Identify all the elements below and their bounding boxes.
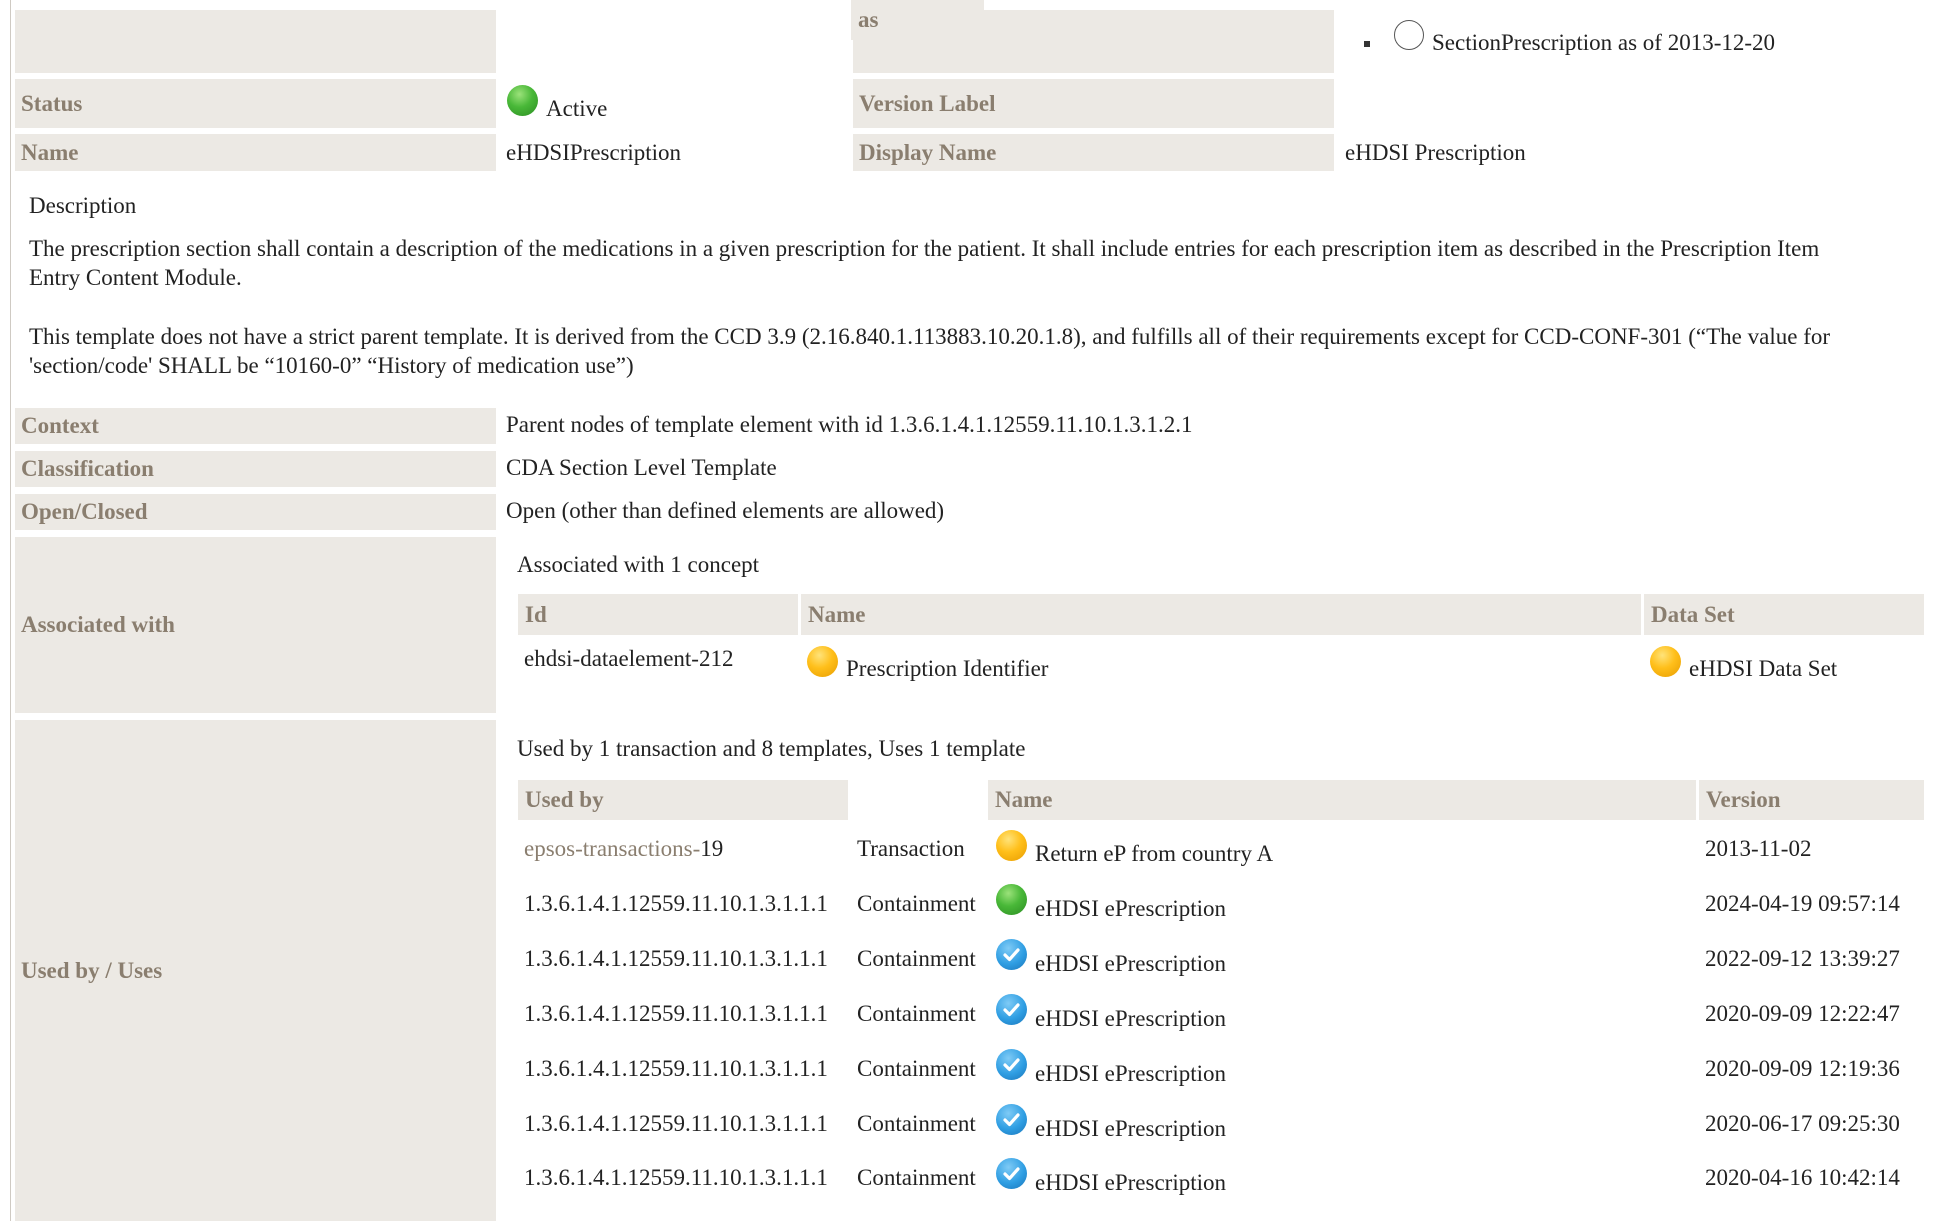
- assoc-header-dataset: Data Set: [1644, 594, 1924, 635]
- transaction-link[interactable]: epsos-transactions-: [524, 836, 700, 861]
- name-value: eHDSIPrescription: [506, 140, 682, 165]
- usedby-row-version: 2022-09-12 13:39:27: [1705, 946, 1900, 971]
- usedby-row-version: 2020-06-17 09:25:30: [1705, 1111, 1900, 1136]
- usedby-row-as: Containment: [857, 1001, 976, 1026]
- status-active-icon: [996, 884, 1027, 915]
- description-line: 'section/code' SHALL be “10160-0” “Histo…: [29, 353, 634, 378]
- associated-summary: Associated with 1 concept: [517, 552, 760, 577]
- assoc-header-name: Name: [801, 594, 1641, 635]
- description-line: The prescription section shall contain a…: [29, 236, 1820, 261]
- context-label: Context: [15, 408, 496, 444]
- usedby-row-used-by[interactable]: 1.3.6.1.4.1.12559.11.10.1.3.1.1.1: [524, 1001, 828, 1027]
- classification-label: Classification: [15, 451, 496, 487]
- status-final-check-icon: [996, 1158, 1027, 1189]
- usedby-row-as: Containment: [857, 946, 976, 971]
- assoc-row-dataset[interactable]: eHDSI Data Set: [1689, 656, 1837, 682]
- display-name-value: eHDSI Prescription: [1345, 140, 1526, 165]
- usedby-row-used-by[interactable]: 1.3.6.1.4.1.12559.11.10.1.3.1.1.1: [524, 946, 828, 972]
- usedby-row-used-by[interactable]: 1.3.6.1.4.1.12559.11.10.1.3.1.1.1: [524, 1056, 828, 1082]
- description-paragraph-1: The prescription section shall contain a…: [29, 234, 1819, 292]
- status-final-check-icon: [996, 994, 1027, 1025]
- assoc-header-id: Id: [518, 594, 798, 635]
- name-label: Name: [15, 134, 496, 171]
- used-by-label: Used by / Uses: [15, 720, 496, 1221]
- usedby-row-as: Containment: [857, 1111, 976, 1136]
- usedby-row-used-by[interactable]: 1.3.6.1.4.1.12559.11.10.1.3.1.1.1: [524, 1165, 828, 1191]
- usedby-row-used-by[interactable]: 1.3.6.1.4.1.12559.11.10.1.3.1.1.1: [524, 1111, 828, 1137]
- assoc-row-id: ehdsi-dataelement-212: [524, 646, 734, 671]
- usedby-row-used-by[interactable]: epsos-transactions-19: [524, 836, 723, 862]
- left-border: [10, 0, 11, 1221]
- status-final-check-icon: [996, 939, 1027, 970]
- status-draft-icon: [1650, 646, 1681, 677]
- open-closed-label: Open/Closed: [15, 494, 496, 530]
- blank-label-cell-left: [15, 10, 496, 73]
- usedby-header-name: Name: [988, 780, 1696, 820]
- description-line: Entry Content Module.: [29, 265, 242, 290]
- usedby-row-as: Containment: [857, 891, 976, 916]
- version-label: Version Label: [853, 79, 1334, 128]
- usedby-row-as: Containment: [857, 1056, 976, 1081]
- version-list-item[interactable]: SectionPrescription as of 2013-12-20: [1432, 30, 1775, 56]
- usedby-row-name[interactable]: eHDSI ePrescription: [1035, 1116, 1226, 1142]
- usedby-row-name[interactable]: eHDSI ePrescription: [1035, 1061, 1226, 1087]
- display-name-label: Display Name: [853, 134, 1334, 171]
- usedby-row-used-by[interactable]: 1.3.6.1.4.1.12559.11.10.1.3.1.1.1: [524, 891, 828, 917]
- transaction-id: 19: [700, 836, 724, 861]
- context-value: Parent nodes of template element with id…: [506, 412, 1193, 437]
- description-paragraph-2: This template does not have a strict par…: [29, 322, 1830, 380]
- usedby-row-name[interactable]: Return eP from country A: [1035, 841, 1273, 867]
- status-final-check-icon: [996, 1049, 1027, 1080]
- usedby-row-version: 2020-09-09 12:22:47: [1705, 1001, 1900, 1026]
- usedby-row-as: Containment: [857, 1165, 976, 1190]
- classification-value: CDA Section Level Template: [506, 455, 777, 480]
- open-closed-value: Open (other than defined elements are al…: [506, 498, 945, 523]
- list-bullet: [1364, 41, 1370, 47]
- usedby-row-name[interactable]: eHDSI ePrescription: [1035, 951, 1226, 977]
- status-value: Active: [546, 96, 608, 121]
- status-final-check-icon: [996, 1104, 1027, 1135]
- template-details-page: SectionPrescription as of 2013-12-20 Sta…: [0, 0, 1948, 1221]
- usedby-row-name[interactable]: eHDSI ePrescription: [1035, 1006, 1226, 1032]
- status-draft-icon: [996, 830, 1027, 861]
- status-draft-icon: [807, 646, 838, 677]
- usedby-row-version: 2020-09-09 12:19:36: [1705, 1056, 1900, 1081]
- usedby-row-version: 2024-04-19 09:57:14: [1705, 891, 1900, 916]
- usedby-header-as: as: [851, 0, 984, 40]
- usedby-header-used-by: Used by: [518, 780, 848, 820]
- assoc-row-name[interactable]: Prescription Identifier: [846, 656, 1048, 682]
- associated-with-label: Associated with: [15, 537, 496, 713]
- description-line: This template does not have a strict par…: [29, 324, 1831, 349]
- usedby-row-as: Transaction: [857, 836, 965, 861]
- status-active-icon: [507, 85, 538, 116]
- usedby-row-name[interactable]: eHDSI ePrescription: [1035, 1170, 1226, 1196]
- usedby-header-version: Version: [1699, 780, 1924, 820]
- used-by-summary: Used by 1 transaction and 8 templates, U…: [517, 736, 1026, 761]
- status-label: Status: [15, 79, 496, 128]
- description-heading: Description: [29, 193, 137, 218]
- usedby-row-version: 2020-04-16 10:42:14: [1705, 1165, 1900, 1190]
- usedby-row-name[interactable]: eHDSI ePrescription: [1035, 896, 1226, 922]
- usedby-row-version: 2013-11-02: [1705, 836, 1812, 861]
- radio-circle-icon[interactable]: [1394, 20, 1424, 50]
